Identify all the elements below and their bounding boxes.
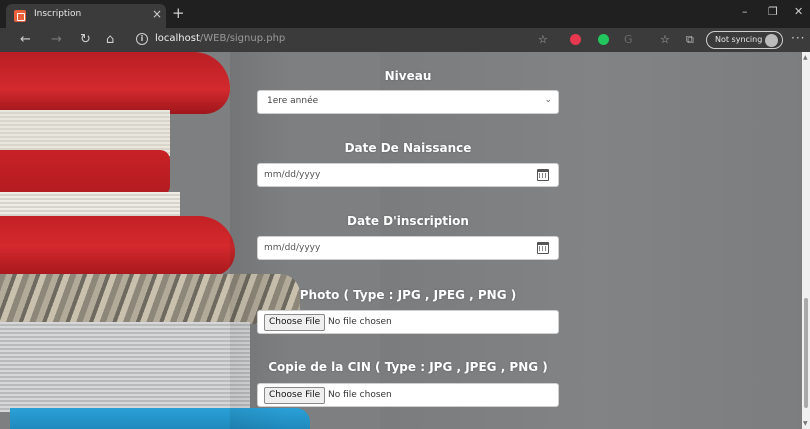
restore-button[interactable]: ❐ bbox=[768, 6, 778, 18]
photo-choose-file-button[interactable]: Choose File bbox=[264, 314, 326, 331]
date-inscription-placeholder: mm/dd/yyyy bbox=[264, 243, 321, 253]
close-tab-icon[interactable]: × bbox=[152, 7, 162, 21]
scrollbar-thumb[interactable] bbox=[804, 298, 808, 408]
background-book-image bbox=[0, 52, 230, 114]
background-book-image bbox=[0, 322, 250, 412]
extension-grey-icon[interactable]: G bbox=[624, 33, 633, 46]
favorite-star-icon[interactable]: ☆ bbox=[538, 33, 548, 46]
menu-icon[interactable]: ··· bbox=[791, 31, 805, 45]
extension-green-icon[interactable] bbox=[598, 34, 609, 45]
cin-file-input[interactable]: Choose File No file chosen bbox=[257, 383, 559, 407]
page-scrollbar[interactable]: ▲ ▼ bbox=[802, 52, 810, 429]
forward-icon[interactable]: → bbox=[51, 32, 62, 47]
url-field[interactable]: localhost/WEB/signup.php bbox=[155, 33, 285, 44]
url-path: /WEB/signup.php bbox=[199, 33, 286, 44]
scroll-down-icon[interactable]: ▼ bbox=[803, 420, 808, 427]
refresh-icon[interactable]: ↻ bbox=[80, 32, 91, 47]
photo-file-status: No file chosen bbox=[328, 317, 392, 327]
favicon-icon bbox=[14, 10, 26, 22]
date-inscription-label: Date D'inscription bbox=[347, 214, 469, 228]
calendar-icon[interactable] bbox=[537, 242, 549, 254]
scroll-up-icon[interactable]: ▲ bbox=[803, 54, 808, 61]
extension-red-icon[interactable] bbox=[570, 34, 581, 45]
page-viewport: Niveau 1ere année ⌄ Date De Naissance mm… bbox=[0, 52, 810, 429]
new-tab-button[interactable]: + bbox=[172, 6, 185, 21]
background-book-image bbox=[0, 150, 170, 196]
minimize-button[interactable]: – bbox=[742, 6, 748, 18]
chevron-down-icon: ⌄ bbox=[544, 95, 552, 105]
date-inscription-input[interactable]: mm/dd/yyyy bbox=[257, 236, 559, 260]
avatar-icon bbox=[765, 34, 778, 47]
niveau-select[interactable]: 1ere année ⌄ bbox=[257, 90, 559, 114]
favorites-icon[interactable]: ☆ bbox=[660, 33, 670, 46]
tab-title: Inscription bbox=[34, 9, 82, 19]
site-info-icon[interactable]: i bbox=[136, 33, 148, 45]
photo-file-input[interactable]: Choose File No file chosen bbox=[257, 310, 559, 334]
date-naissance-placeholder: mm/dd/yyyy bbox=[264, 170, 321, 180]
sync-label: Not syncing bbox=[715, 35, 763, 44]
back-icon[interactable]: ← bbox=[20, 32, 31, 47]
profile-sync-button[interactable]: Not syncing bbox=[706, 31, 783, 49]
calendar-icon[interactable] bbox=[537, 169, 549, 181]
url-host: localhost bbox=[155, 33, 200, 44]
photo-label: Photo ( Type : JPG , JPEG , PNG ) bbox=[299, 288, 517, 302]
niveau-label: Niveau bbox=[384, 69, 432, 83]
tab-inscription[interactable]: Inscription × bbox=[6, 4, 166, 28]
background-book-image bbox=[0, 216, 235, 276]
tab-bar: Inscription × + – ❐ ✕ bbox=[0, 0, 810, 28]
home-icon[interactable]: ⌂ bbox=[106, 32, 114, 47]
cin-choose-file-button[interactable]: Choose File bbox=[264, 387, 326, 404]
address-bar: ← → ↻ ⌂ i localhost/WEB/signup.php ☆ G ☆… bbox=[0, 28, 810, 52]
date-naissance-input[interactable]: mm/dd/yyyy bbox=[257, 163, 559, 187]
cin-label: Copie de la CIN ( Type : JPG , JPEG , PN… bbox=[268, 360, 548, 374]
close-window-button[interactable]: ✕ bbox=[794, 6, 803, 18]
date-naissance-label: Date De Naissance bbox=[344, 141, 472, 155]
collections-icon[interactable]: ⧉ bbox=[686, 33, 694, 46]
cin-file-status: No file chosen bbox=[328, 390, 392, 400]
niveau-selected-value: 1ere année bbox=[267, 96, 319, 106]
